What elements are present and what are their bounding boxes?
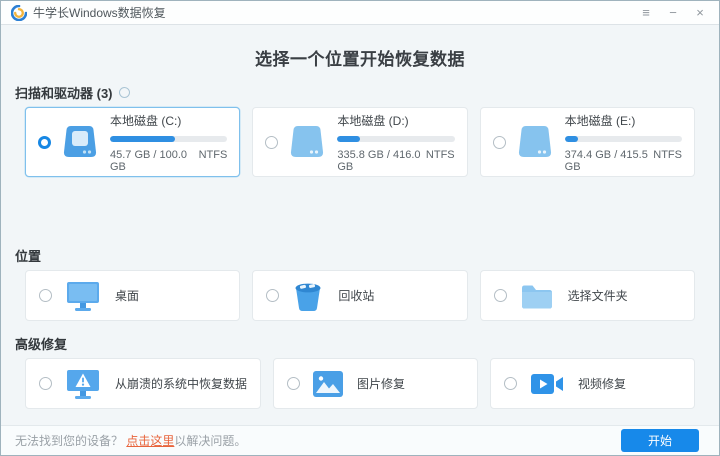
- photo-repair-icon: [312, 370, 344, 398]
- refresh-icon[interactable]: [119, 87, 130, 98]
- drive-usage-fill: [565, 136, 578, 142]
- location-radio[interactable]: [494, 289, 507, 302]
- close-icon[interactable]: ×: [693, 6, 707, 19]
- drive-card-c[interactable]: 本地磁盘 (C:) 45.7 GB / 100.0 GB NTFS: [25, 107, 240, 177]
- hard-drive-icon: [515, 124, 555, 160]
- drive-usage-text: 374.4 GB / 415.5 GB: [565, 149, 654, 173]
- footer-help-link[interactable]: 点击这里: [126, 434, 174, 448]
- drive-usage-fill: [337, 136, 359, 142]
- advanced-label: 视频修复: [578, 375, 626, 392]
- locations-section-label: 位置: [15, 246, 695, 265]
- app-logo-icon: [11, 5, 27, 21]
- advanced-card-video-repair[interactable]: 视频修复: [490, 358, 695, 409]
- location-radio[interactable]: [266, 289, 279, 302]
- app-title: 牛学长Windows数据恢复: [33, 4, 166, 21]
- drive-meta: 335.8 GB / 416.0 GB NTFS: [337, 149, 454, 173]
- advanced-row: 从崩溃的系统中恢复数据 图片修复 视频修复: [25, 358, 695, 409]
- drive-usage-text: 335.8 GB / 416.0 GB: [337, 149, 426, 173]
- drives-section-label-text: 扫描和驱动器 (3): [15, 83, 113, 102]
- footer-question: 无法找到您的设备？: [15, 434, 123, 448]
- advanced-radio[interactable]: [504, 377, 517, 390]
- drive-meta: 374.4 GB / 415.5 GB NTFS: [565, 149, 682, 173]
- video-repair-icon: [529, 370, 565, 398]
- minimize-icon[interactable]: −: [666, 6, 680, 19]
- advanced-label: 从崩溃的系统中恢复数据: [115, 375, 247, 392]
- drive-usage-bar: [565, 136, 682, 142]
- drive-filesystem: NTFS: [653, 149, 682, 173]
- location-card-choose-folder[interactable]: 选择文件夹: [480, 270, 695, 321]
- drive-name: 本地磁盘 (D:): [337, 112, 454, 129]
- location-label: 选择文件夹: [568, 287, 628, 304]
- page-title: 选择一个位置开始恢复数据: [25, 45, 695, 70]
- drive-meta: 45.7 GB / 100.0 GB NTFS: [110, 149, 227, 173]
- drive-usage-fill: [110, 136, 175, 142]
- drive-usage-text: 45.7 GB / 100.0 GB: [110, 149, 199, 173]
- locations-row: 桌面 回收站 选择文件夹: [25, 270, 695, 321]
- drive-radio[interactable]: [265, 136, 278, 149]
- drive-card-d[interactable]: 本地磁盘 (D:) 335.8 GB / 416.0 GB NTFS: [252, 107, 467, 177]
- drive-info: 本地磁盘 (C:) 45.7 GB / 100.0 GB NTFS: [110, 112, 227, 173]
- location-card-recycle-bin[interactable]: 回收站: [252, 270, 467, 321]
- location-label: 回收站: [338, 287, 374, 304]
- drives-row: 本地磁盘 (C:) 45.7 GB / 100.0 GB NTFS 本地磁盘 (…: [25, 107, 695, 177]
- drive-usage-bar: [110, 136, 227, 142]
- footer-suffix: 以解决问题。: [174, 434, 246, 448]
- advanced-card-photo-repair[interactable]: 图片修复: [273, 358, 478, 409]
- drive-info: 本地磁盘 (D:) 335.8 GB / 416.0 GB NTFS: [337, 112, 454, 173]
- recycle-bin-icon: [291, 280, 325, 312]
- location-radio[interactable]: [39, 289, 52, 302]
- titlebar: 牛学长Windows数据恢复 ≡ − ×: [1, 1, 719, 25]
- location-label: 桌面: [115, 287, 139, 304]
- hard-drive-icon: [60, 124, 100, 160]
- crashed-system-icon: [64, 368, 102, 400]
- window-controls: ≡ − ×: [639, 6, 709, 19]
- drive-info: 本地磁盘 (E:) 374.4 GB / 415.5 GB NTFS: [565, 112, 682, 173]
- footer-help-text: 无法找到您的设备？ 点击这里以解决问题。: [15, 432, 246, 449]
- menu-icon[interactable]: ≡: [639, 6, 653, 19]
- desktop-icon: [64, 280, 102, 312]
- location-card-desktop[interactable]: 桌面: [25, 270, 240, 321]
- drive-name: 本地磁盘 (C:): [110, 112, 227, 129]
- advanced-card-crashed-system[interactable]: 从崩溃的系统中恢复数据: [25, 358, 261, 409]
- folder-icon: [519, 281, 555, 311]
- start-button[interactable]: 开始: [621, 429, 699, 452]
- hard-drive-icon: [287, 124, 327, 160]
- advanced-radio[interactable]: [39, 377, 52, 390]
- advanced-radio[interactable]: [287, 377, 300, 390]
- drive-filesystem: NTFS: [426, 149, 455, 173]
- drive-usage-bar: [337, 136, 454, 142]
- drives-section-label: 扫描和驱动器 (3): [15, 83, 695, 102]
- drive-radio[interactable]: [493, 136, 506, 149]
- drive-filesystem: NTFS: [199, 149, 228, 173]
- main-content: 选择一个位置开始恢复数据 扫描和驱动器 (3) 本地磁盘 (C:) 45.7 G…: [1, 25, 719, 425]
- drive-name: 本地磁盘 (E:): [565, 112, 682, 129]
- advanced-label: 图片修复: [357, 375, 405, 392]
- footer: 无法找到您的设备？ 点击这里以解决问题。 开始: [1, 425, 719, 455]
- advanced-section-label: 高级修复: [15, 334, 695, 353]
- drive-card-e[interactable]: 本地磁盘 (E:) 374.4 GB / 415.5 GB NTFS: [480, 107, 695, 177]
- drive-radio[interactable]: [38, 136, 51, 149]
